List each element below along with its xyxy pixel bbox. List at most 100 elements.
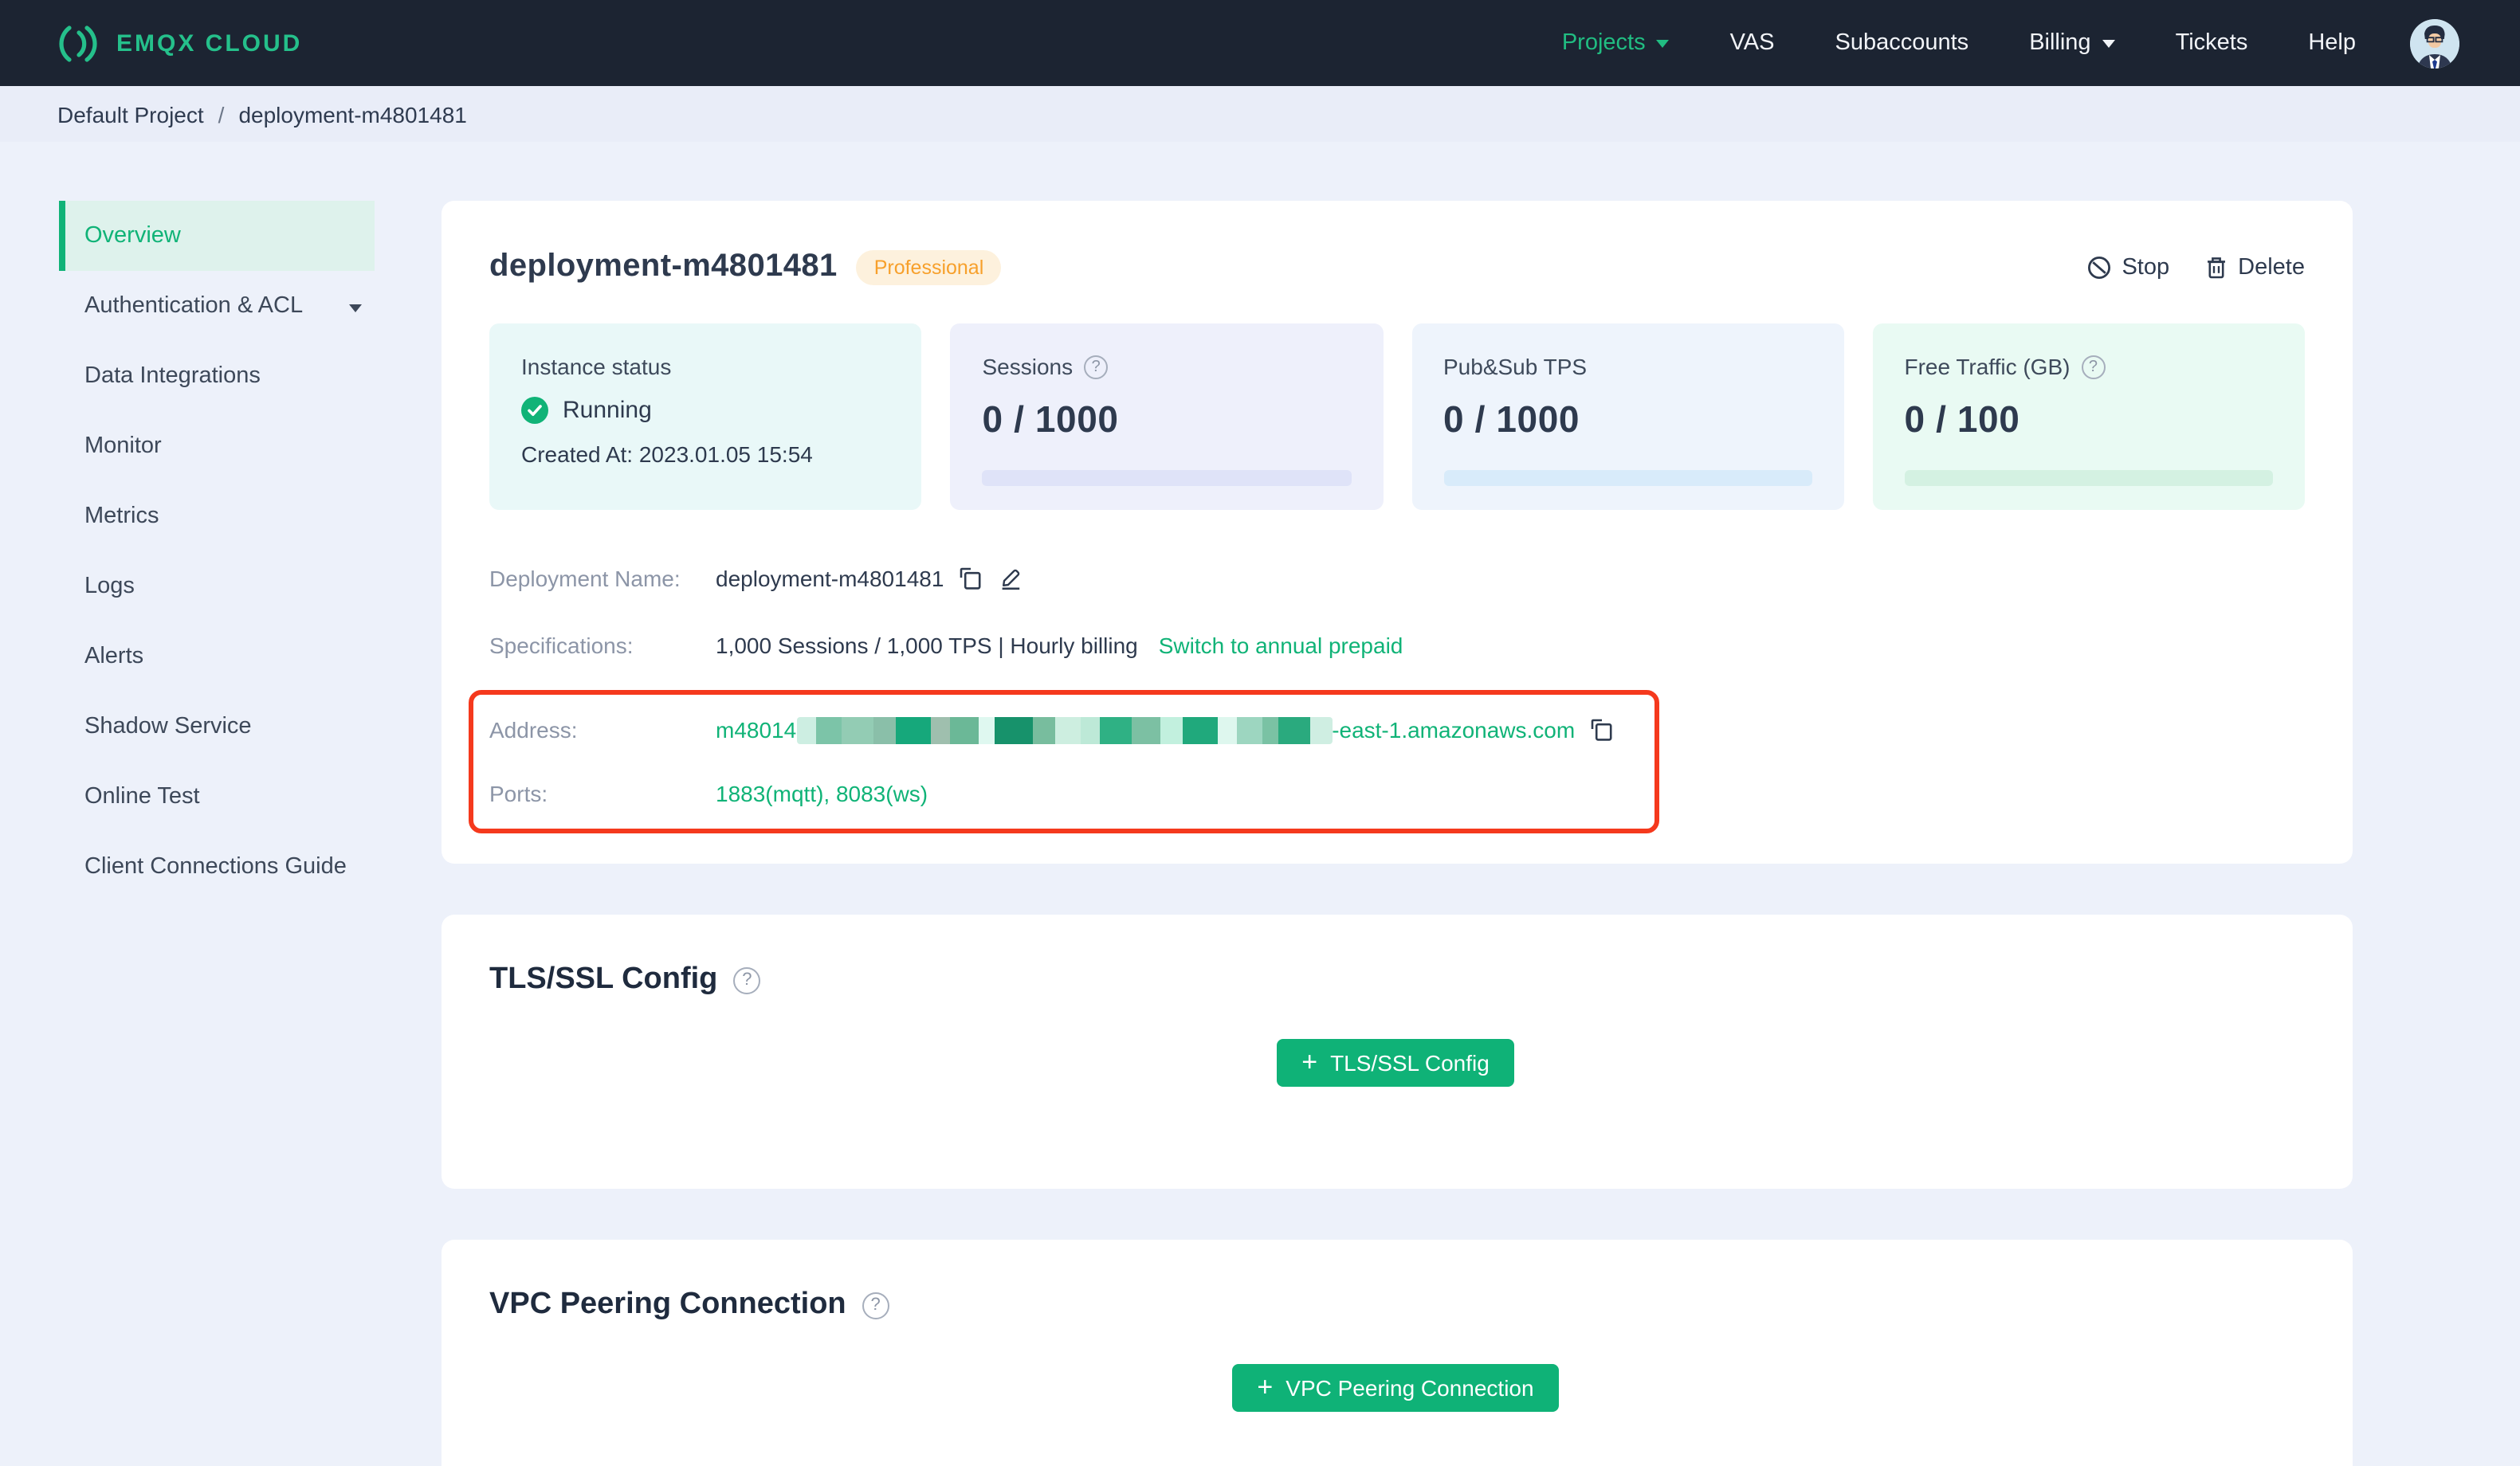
- main-content: deployment-m4801481 Professional Stop De…: [406, 142, 2353, 1466]
- sidebar-item-online-test[interactable]: Online Test: [59, 762, 375, 832]
- redacted-block: [895, 716, 931, 743]
- nav-item-subaccounts[interactable]: Subaccounts: [1835, 30, 1969, 56]
- redacted-block: [1217, 716, 1237, 743]
- free-traffic-help-icon[interactable]: ?: [2081, 355, 2106, 378]
- plus-icon: +: [1301, 1046, 1318, 1076]
- sidebar-item-label: Online Test: [84, 784, 200, 809]
- nav-item-billing[interactable]: Billing: [2029, 30, 2115, 56]
- stats-row: Instance status Running Created At: 2023…: [489, 323, 2305, 510]
- brand-name: EMQX CLOUD: [116, 29, 303, 57]
- deployment-overview-card: deployment-m4801481 Professional Stop De…: [442, 201, 2353, 864]
- instance-status-card: Instance status Running Created At: 2023…: [489, 323, 922, 510]
- sidebar-item-label: Shadow Service: [84, 714, 252, 739]
- deployment-name-label: Deployment Name:: [489, 566, 681, 591]
- sessions-progress-bar: [982, 470, 1351, 486]
- deployment-title: deployment-m4801481: [489, 249, 838, 284]
- redacted-block: [1032, 716, 1055, 743]
- redacted-block: [949, 716, 979, 743]
- brand-logo[interactable]: EMQX CLOUD: [57, 22, 302, 65]
- chevron-down-icon: [1656, 39, 1670, 47]
- delete-button[interactable]: Delete: [2204, 254, 2305, 280]
- add-vpc-peering-button[interactable]: + VPC Peering Connection: [1231, 1364, 1560, 1412]
- copy-name-button[interactable]: [958, 566, 983, 591]
- sidebar-item-metrics[interactable]: Metrics: [59, 481, 375, 551]
- check-circle-icon: [521, 397, 548, 424]
- sessions-help-icon[interactable]: ?: [1084, 355, 1109, 378]
- redacted-block: [1054, 716, 1081, 743]
- copy-address-button[interactable]: [1589, 717, 1615, 743]
- sessions-card: Sessions ? 0 / 1000: [950, 323, 1383, 510]
- add-tls-ssl-config-button[interactable]: + TLS/SSL Config: [1276, 1039, 1515, 1087]
- address-row: Address: m48014 -east-1.amazonaws.com: [489, 708, 1654, 752]
- breadcrumb-deployment: deployment-m4801481: [238, 101, 467, 127]
- sidebar-item-label: Metrics: [84, 504, 159, 529]
- vpc-peering-card: VPC Peering Connection ? + VPC Peering C…: [442, 1240, 2353, 1466]
- redacted-block: [978, 716, 995, 743]
- nav-item-vas[interactable]: VAS: [1730, 30, 1775, 56]
- overview-header: deployment-m4801481 Professional Stop De…: [489, 249, 2305, 285]
- breadcrumb-project[interactable]: Default Project: [57, 101, 204, 127]
- tls-ssl-config-card: TLS/SSL Config ? + TLS/SSL Config: [442, 915, 2353, 1189]
- sidebar-item-data-integrations[interactable]: Data Integrations: [59, 341, 375, 411]
- redacted-block: [1182, 716, 1218, 743]
- sidebar-item-label: Overview: [84, 223, 181, 249]
- redacted-block: [1099, 716, 1132, 743]
- nav-item-help[interactable]: Help: [2308, 30, 2356, 56]
- sidebar-item-label: Logs: [84, 574, 135, 599]
- redacted-block: [873, 716, 896, 743]
- redacted-block: [994, 716, 1033, 743]
- sessions-value: 0 / 1000: [982, 398, 1119, 440]
- specifications-label: Specifications:: [489, 633, 634, 658]
- vpc-peering-title: VPC Peering Connection: [489, 1288, 846, 1321]
- stop-button[interactable]: Stop: [2086, 254, 2169, 280]
- sidebar-item-label: Data Integrations: [84, 363, 261, 389]
- copy-icon: [960, 567, 981, 590]
- nav-item-label: Billing: [2029, 30, 2091, 56]
- redacted-block: [930, 716, 950, 743]
- nav-item-projects[interactable]: Projects: [1562, 30, 1670, 56]
- switch-annual-prepaid-link[interactable]: Switch to annual prepaid: [1159, 633, 1403, 658]
- breadcrumb: Default Project / deployment-m4801481: [0, 86, 2520, 142]
- pubsub-tps-value: 0 / 1000: [1443, 398, 1580, 440]
- redacted-block: [1309, 716, 1333, 743]
- breadcrumb-separator: /: [218, 101, 225, 127]
- sidebar-item-alerts[interactable]: Alerts: [59, 621, 375, 692]
- add-tls-ssl-config-label: TLS/SSL Config: [1330, 1050, 1490, 1076]
- free-traffic-label: Free Traffic (GB): [1904, 354, 2071, 379]
- sidebar-item-label: Authentication & ACL: [84, 293, 304, 319]
- sidebar: Overview Authentication & ACL Data Integra…: [0, 142, 406, 902]
- nav-item-label: Help: [2308, 30, 2356, 56]
- ports-row: Ports: 1883(mqtt), 8083(ws): [489, 771, 1654, 816]
- tls-ssl-help-icon[interactable]: ?: [733, 966, 761, 994]
- free-traffic-value: 0 / 100: [1904, 398, 2020, 440]
- sidebar-item-label: Alerts: [84, 644, 144, 669]
- sidebar-item-logs[interactable]: Logs: [59, 551, 375, 621]
- redacted-block: [1262, 716, 1278, 743]
- chevron-down-icon: [349, 304, 362, 312]
- tls-ssl-title: TLS/SSL Config: [489, 962, 718, 996]
- sidebar-item-client-connections-guide[interactable]: Client Connections Guide: [59, 832, 375, 902]
- vpc-peering-help-icon[interactable]: ?: [862, 1292, 889, 1319]
- nav-item-tickets[interactable]: Tickets: [2176, 30, 2248, 56]
- address-highlight-box: Address: m48014 -east-1.amazonaws.com Po…: [469, 690, 1659, 833]
- delete-label: Delete: [2238, 254, 2305, 280]
- user-avatar[interactable]: [2410, 18, 2459, 68]
- address-prefix: m48014: [716, 717, 797, 743]
- address-redacted-segment: [796, 716, 1333, 743]
- nav-item-label: Projects: [1561, 30, 1646, 56]
- sidebar-item-monitor[interactable]: Monitor: [59, 411, 375, 481]
- deployment-name-value: deployment-m4801481: [716, 566, 944, 591]
- sidebar-item-shadow-service[interactable]: Shadow Service: [59, 692, 375, 762]
- free-traffic-progress-bar: [1904, 470, 2273, 486]
- instance-status-label: Instance status: [521, 354, 672, 379]
- sidebar-item-authentication-acl[interactable]: Authentication & ACL: [59, 271, 375, 341]
- address-label: Address:: [489, 717, 578, 743]
- ports-label: Ports:: [489, 781, 548, 806]
- edit-name-button[interactable]: [998, 566, 1023, 591]
- deployment-details: Deployment Name: deployment-m4801481 Spe…: [469, 556, 2305, 833]
- deployment-name-row: Deployment Name: deployment-m4801481: [489, 556, 2305, 601]
- redacted-block: [815, 716, 842, 743]
- add-vpc-peering-label: VPC Peering Connection: [1286, 1375, 1534, 1401]
- sidebar-item-overview[interactable]: Overview: [59, 201, 375, 271]
- sidebar-menu: Overview Authentication & ACL Data Integra…: [59, 201, 375, 902]
